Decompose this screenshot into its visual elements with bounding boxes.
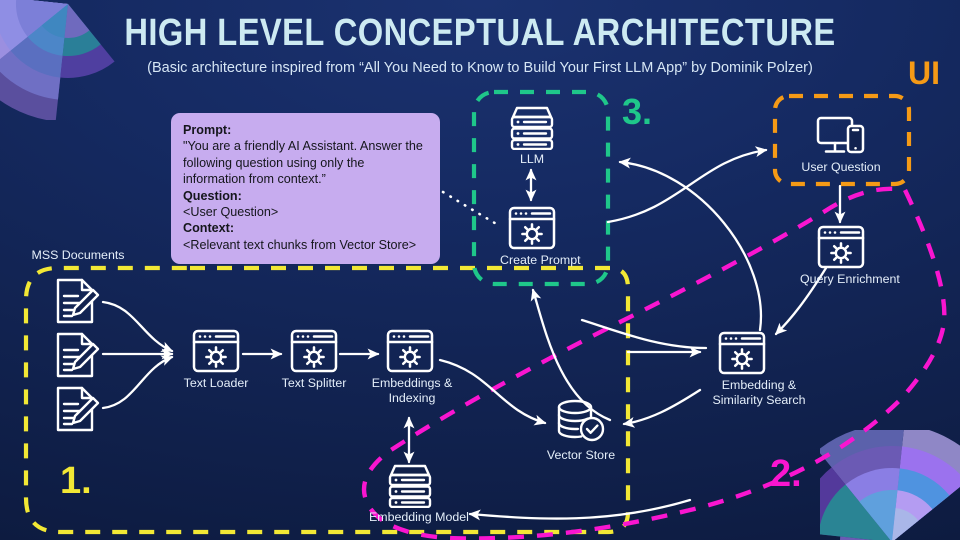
region-label-ingestion: 1. [60, 460, 92, 502]
browser-gear-icon [290, 329, 338, 373]
question-value: <User Question> [183, 205, 279, 220]
arrow-similarity-to-vector-store [622, 388, 702, 428]
browser-gear-icon [386, 329, 434, 373]
vector-store-label: Vector Store [546, 448, 616, 462]
header: HIGH LEVEL CONCEPTUAL ARCHITECTURE (Basi… [0, 12, 960, 76]
query-enrichment-label: Query Enrichment [800, 272, 900, 286]
embeddings-indexing-label: Embeddings & Indexing [371, 376, 453, 405]
prompt-value: "You are a friendly AI Assistant. Answer… [183, 139, 423, 187]
arrow-similarity-to-llm [618, 157, 763, 332]
user-question-label: User Question [801, 160, 881, 174]
diagram-canvas: HIGH LEVEL CONCEPTUAL ARCHITECTURE (Basi… [0, 0, 960, 540]
node-text-loader: Text Loader [176, 328, 256, 391]
context-value: <Relevant text chunks from Vector Store> [183, 237, 417, 252]
server-rack-icon [388, 464, 432, 508]
question-label: Question: [183, 188, 242, 203]
text-loader-label: Text Loader [183, 376, 249, 390]
node-user-question: User Question [800, 112, 882, 175]
prompt-label: Prompt: [183, 123, 232, 137]
arrow-doc1-to-text-loader [101, 300, 174, 353]
context-label: Context: [183, 221, 235, 236]
dotted-prompt-to-create-prompt [441, 190, 502, 228]
server-rack-icon [510, 106, 554, 150]
node-embedding-model: Embedding Model [369, 462, 469, 525]
text-splitter-label: Text Splitter [281, 376, 347, 390]
arrow-to-embedding-model [468, 498, 692, 521]
page-title: HIGH LEVEL CONCEPTUAL ARCHITECTURE [124, 12, 836, 54]
node-mss-documents: MSS Documents [18, 246, 138, 263]
node-embedding-similarity-search: Embedding & Similarity Search [700, 330, 805, 407]
node-vector-store: Vector Store [541, 398, 621, 463]
embedding-model-label: Embedding Model [369, 510, 469, 524]
embedding-similarity-search-label: Embedding & Similarity Search [712, 378, 806, 407]
arrow-embeddings-to-vector-store [438, 358, 547, 426]
arrow-similarity-to-create-prompt [580, 318, 708, 350]
document-pencil-icon [56, 332, 100, 378]
node-llm: LLM [504, 104, 560, 167]
node-query-enrichment: Query Enrichment [800, 224, 900, 287]
node-create-prompt: Create Prompt [500, 205, 581, 268]
database-check-icon [557, 399, 605, 442]
document-icon-2 [50, 330, 106, 380]
document-icon-1 [50, 276, 106, 326]
prompt-template-card: Prompt: "You are a friendly AI Assistant… [171, 113, 440, 265]
arrow-doc3-to-text-loader [101, 355, 174, 410]
browser-gear-icon [718, 331, 766, 375]
arrow-create-prompt-to-user-question [606, 146, 768, 224]
document-pencil-icon [56, 278, 100, 324]
document-pencil-icon [56, 386, 100, 432]
region-label-generation: 3. [622, 91, 653, 132]
create-prompt-label: Create Prompt [500, 253, 581, 267]
browser-gear-icon [817, 225, 865, 269]
llm-label: LLM [519, 152, 545, 166]
browser-gear-icon [192, 329, 240, 373]
desktop-mobile-icon [816, 116, 865, 154]
mss-documents-label: MSS Documents [31, 248, 125, 262]
page-subtitle: (Basic architecture inspired from “All Y… [147, 59, 813, 76]
document-icon-3 [50, 384, 106, 434]
node-text-splitter: Text Splitter [274, 328, 354, 391]
region-label-ui: UI [908, 55, 940, 91]
region-label-retrieval: 2. [770, 453, 802, 495]
browser-gear-icon [508, 206, 556, 250]
node-embeddings-indexing: Embeddings & Indexing [369, 328, 452, 405]
